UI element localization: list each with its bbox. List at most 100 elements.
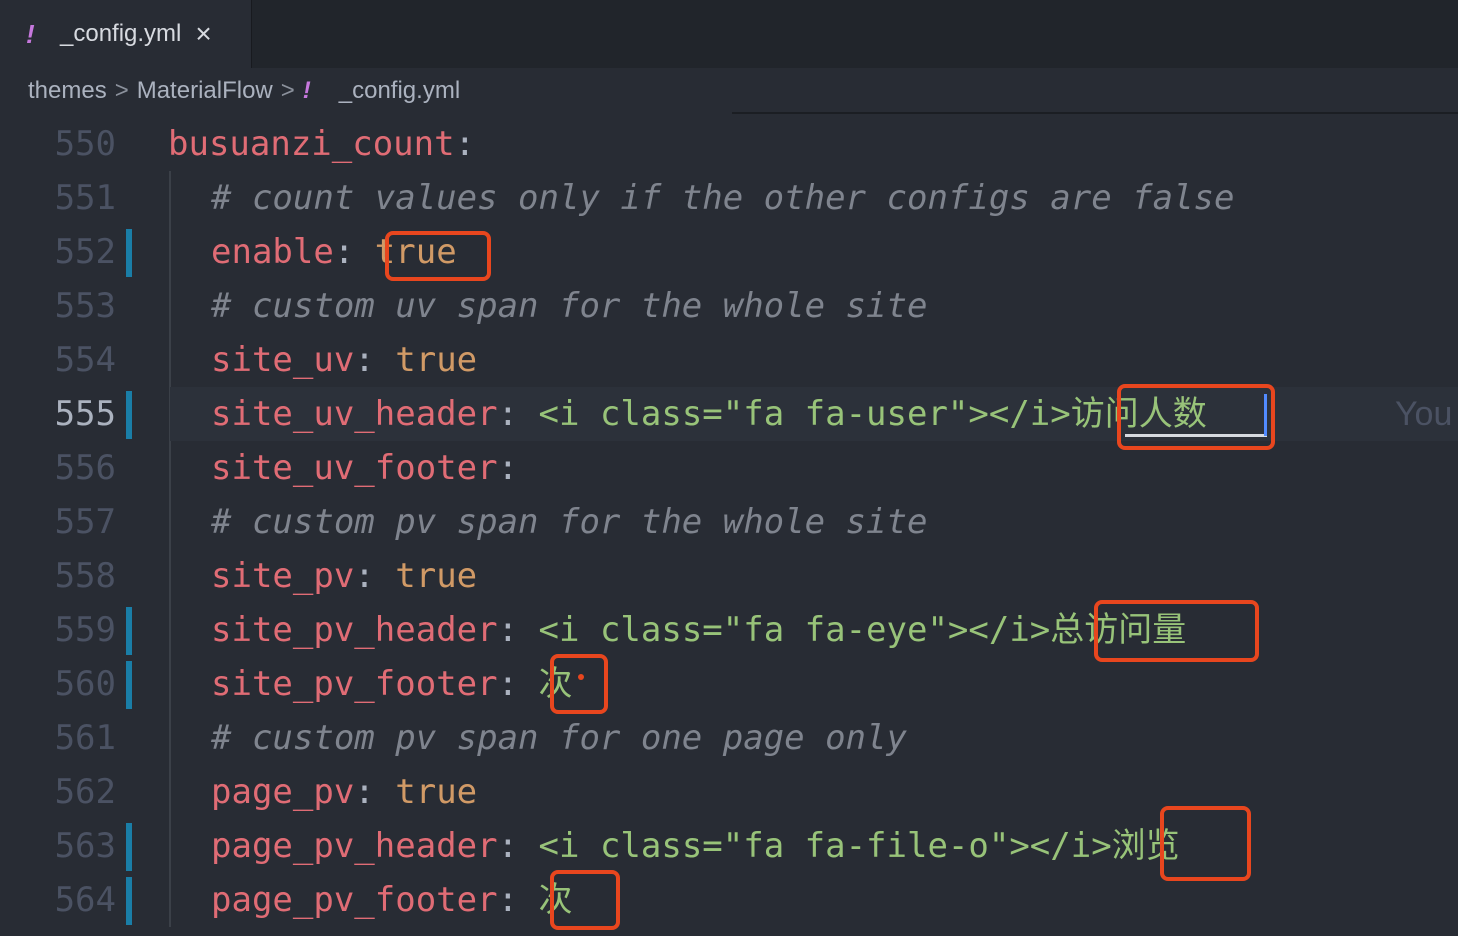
git-modified-marker xyxy=(126,661,132,709)
code-line[interactable]: 557 # custom pv span for the whole site xyxy=(0,495,1458,549)
breadcrumb-item-themes[interactable]: themes xyxy=(28,77,107,105)
code-token: enable xyxy=(211,232,334,272)
highlight-box-page-pv-footer xyxy=(550,870,620,930)
yaml-file-icon: ! xyxy=(26,18,35,49)
code-token: # custom pv span for one page only xyxy=(211,718,907,758)
code-token: <i class="fa fa-file-o"></i>浏览 xyxy=(538,826,1180,866)
code-token: site_uv_footer xyxy=(211,448,498,488)
line-number: 552 xyxy=(54,232,116,272)
git-blame-ghost-text: You xyxy=(1395,395,1453,433)
code-text: page_pv_footer: 次 xyxy=(211,873,573,927)
code-token: : xyxy=(354,556,396,596)
chevron-right-icon: > xyxy=(114,77,129,104)
code-text: # custom uv span for the whole site xyxy=(211,279,927,333)
line-number: 559 xyxy=(54,610,116,650)
code-line[interactable]: 552 enable: true xyxy=(0,225,1458,279)
tab-label: _config.yml xyxy=(60,20,182,47)
line-number: 557 xyxy=(54,502,116,542)
code-token: : xyxy=(354,772,396,812)
code-text: site_uv_footer: xyxy=(211,441,518,495)
line-number: 554 xyxy=(54,340,116,380)
code-token: site_pv xyxy=(211,556,355,596)
code-token: busuanzi_count xyxy=(168,124,455,164)
code-token: : xyxy=(497,394,539,434)
code-text: site_uv: true xyxy=(211,333,477,387)
scroll-shadow xyxy=(732,112,1458,114)
code-text: site_pv_header: <i class="fa fa-eye"></i… xyxy=(211,603,1186,657)
code-token: page_pv_header xyxy=(211,826,498,866)
code-token: : xyxy=(454,124,476,164)
code-line[interactable]: 550 busuanzi_count: xyxy=(0,117,1458,171)
code-token: site_uv_header xyxy=(211,394,498,434)
line-number: 560 xyxy=(54,664,116,704)
tab-bar: ! _config.yml × xyxy=(0,0,1458,68)
code-token: # count values only if the other configs… xyxy=(211,178,1235,218)
chevron-right-icon: > xyxy=(280,77,295,104)
code-token: page_pv_footer xyxy=(211,880,498,920)
code-token: : xyxy=(354,340,396,380)
code-token: <i class="fa fa-eye"></i>总访问量 xyxy=(538,610,1187,650)
code-token: true xyxy=(395,340,478,380)
code-text: page_pv_header: <i class="fa fa-file-o">… xyxy=(211,819,1180,873)
line-number: 555 xyxy=(54,394,116,434)
selection-underline xyxy=(1125,434,1267,437)
breadcrumb-item-file[interactable]: _config.yml xyxy=(339,77,460,105)
line-number: 558 xyxy=(54,556,116,596)
code-token: page_pv xyxy=(211,772,355,812)
tab-config-yml[interactable]: ! _config.yml × xyxy=(0,0,252,68)
code-line[interactable]: 554 site_uv: true xyxy=(0,333,1458,387)
code-token: true xyxy=(395,772,478,812)
code-text: site_uv_header: <i class="fa fa-user"></… xyxy=(211,387,1207,441)
code-token: : xyxy=(333,232,375,272)
highlight-box-page-pv-header xyxy=(1160,806,1251,881)
git-modified-marker xyxy=(126,391,132,439)
code-token: : xyxy=(497,610,539,650)
code-token: true xyxy=(395,556,478,596)
code-line[interactable]: 564 page_pv_footer: 次 xyxy=(0,873,1458,927)
code-line[interactable]: 551 # count values only if the other conf… xyxy=(0,171,1458,225)
code-token: : xyxy=(497,826,539,866)
line-number: 563 xyxy=(54,826,116,866)
code-token: : xyxy=(497,880,539,920)
line-number: 561 xyxy=(54,718,116,758)
code-line[interactable]: 553 # custom uv span for the whole site xyxy=(0,279,1458,333)
text-cursor xyxy=(1264,394,1267,436)
code-line[interactable]: 561 # custom pv span for one page only xyxy=(0,711,1458,765)
line-number: 551 xyxy=(54,178,116,218)
close-icon[interactable]: × xyxy=(195,18,211,50)
git-modified-marker xyxy=(126,607,132,655)
code-text: page_pv: true xyxy=(211,765,477,819)
line-number: 553 xyxy=(54,286,116,326)
code-token: # custom pv span for the whole site xyxy=(211,502,928,542)
git-modified-marker xyxy=(126,229,132,277)
code-token: site_uv xyxy=(211,340,355,380)
code-token: site_pv_header xyxy=(211,610,498,650)
line-number: 564 xyxy=(54,880,116,920)
highlight-box-site-pv-footer xyxy=(550,654,608,714)
line-number: 556 xyxy=(54,448,116,488)
code-text: site_pv_footer: 次 xyxy=(211,657,573,711)
highlight-box-site-pv-header xyxy=(1094,600,1259,662)
code-text: site_pv: true xyxy=(211,549,477,603)
code-text: # custom pv span for the whole site xyxy=(211,495,927,549)
code-line[interactable]: 558 site_pv: true xyxy=(0,549,1458,603)
code-text: busuanzi_count: xyxy=(168,117,475,171)
git-modified-marker xyxy=(126,823,132,871)
line-number: 562 xyxy=(54,772,116,812)
code-text: # custom pv span for one page only xyxy=(211,711,907,765)
breadcrumb-item-materialflow[interactable]: MaterialFlow xyxy=(137,77,273,105)
code-token: <i class="fa fa-user"></i>访问人数 xyxy=(538,394,1207,434)
highlight-box-enable-true xyxy=(385,231,491,281)
highlight-box-site-uv-header xyxy=(1117,384,1275,450)
line-number: 550 xyxy=(54,124,116,164)
code-token: : xyxy=(497,448,519,488)
yaml-file-icon: ! xyxy=(302,77,311,104)
code-line[interactable]: 560 site_pv_footer: 次 xyxy=(0,657,1458,711)
annotation-dot xyxy=(578,674,584,680)
code-token: site_pv_footer xyxy=(211,664,498,704)
code-token: : xyxy=(497,664,539,704)
breadcrumb: themes > MaterialFlow > ! _config.yml xyxy=(0,68,1458,114)
code-token: # custom uv span for the whole site xyxy=(211,286,928,326)
git-modified-marker xyxy=(126,877,132,925)
code-text: # count values only if the other configs… xyxy=(211,171,1235,225)
